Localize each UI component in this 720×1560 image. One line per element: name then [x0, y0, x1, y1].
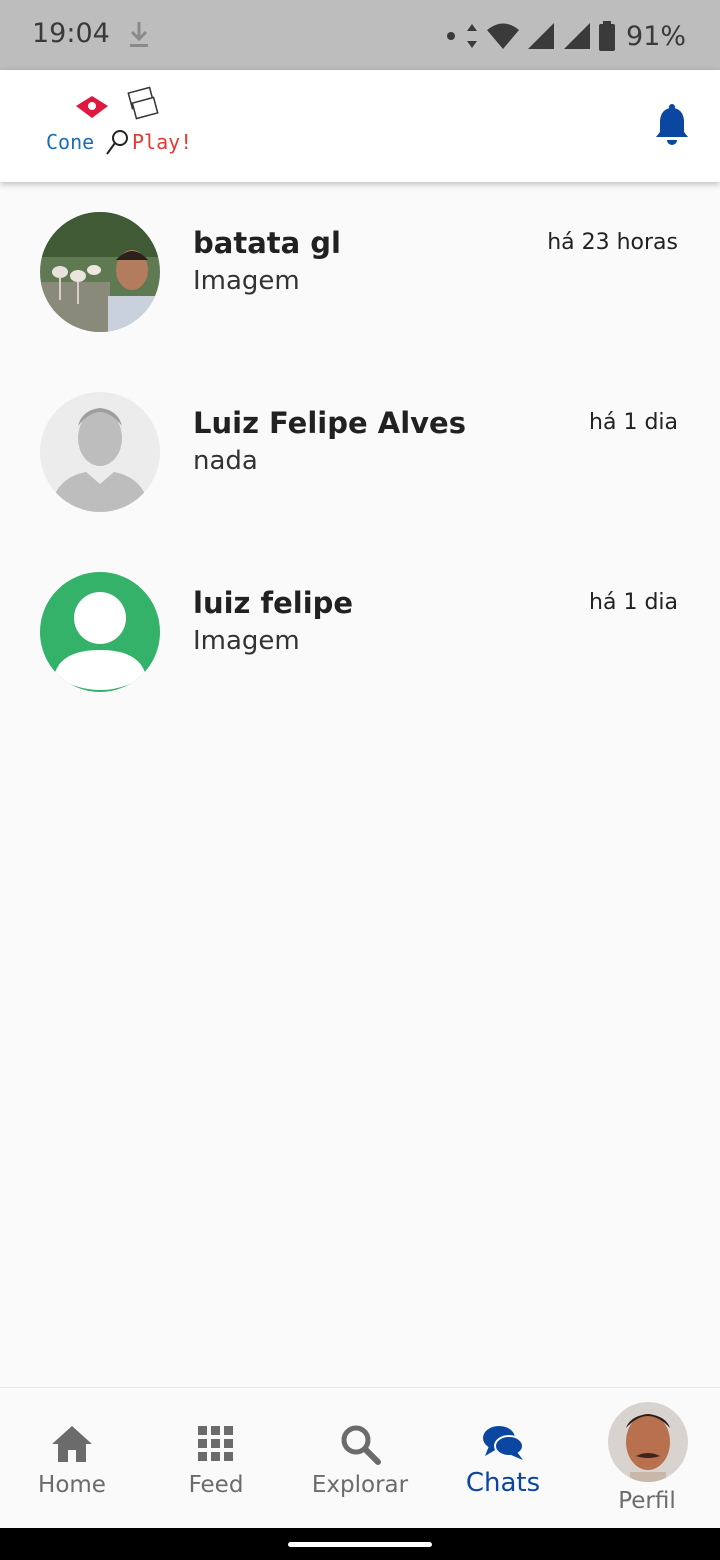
data-arrows-icon [466, 24, 477, 48]
bottom-nav: Home Feed Explorar Chats Perfil [0, 1387, 720, 1528]
dot-icon [446, 32, 455, 40]
profile-photo [608, 1402, 688, 1482]
battery-level: 91% [625, 20, 686, 52]
nav-chats[interactable]: Chats [431, 1388, 575, 1529]
nav-label: Explorar [311, 1472, 409, 1498]
avatar [40, 572, 160, 692]
status-bar: 19:04 91% [0, 0, 720, 70]
chat-list: batata gl Imagem há 23 horas Luiz Felipe… [0, 182, 720, 722]
grid-icon [198, 1426, 233, 1461]
chat-preview: Imagem [193, 266, 300, 296]
chat-item[interactable]: batata gl Imagem há 23 horas [0, 182, 720, 362]
chat-name: batata gl [193, 226, 341, 260]
nav-feed[interactable]: Feed [144, 1388, 288, 1529]
home-gesture-pill[interactable] [288, 1542, 432, 1547]
logo-text-cone: Cone [46, 130, 95, 154]
chat-item[interactable]: Luiz Felipe Alves nada há 1 dia [0, 362, 720, 542]
status-time: 19:04 [32, 18, 110, 49]
wifi-icon [486, 23, 519, 49]
gesture-bar [0, 1528, 720, 1560]
avatar [40, 392, 160, 512]
bell-icon[interactable] [652, 104, 692, 148]
chat-preview: nada [193, 446, 258, 476]
avatar [40, 212, 160, 332]
chat-name: luiz felipe [193, 586, 354, 620]
home-icon [52, 1426, 92, 1462]
placeholder-green-avatar [40, 572, 160, 692]
signal-icon-2 [563, 23, 590, 49]
chat-preview: Imagem [193, 626, 300, 656]
chat-icon [483, 1426, 524, 1460]
profile-avatar[interactable] [608, 1402, 688, 1482]
logo-text-play: Play! [132, 130, 193, 154]
app-logo[interactable]: Cone Play! [40, 86, 193, 170]
logo-graphic [76, 86, 159, 155]
battery-icon [598, 21, 615, 51]
nav-label-perfil[interactable]: Perfil [575, 1488, 719, 1514]
photo-avatar [40, 212, 160, 332]
status-icons: 91% [444, 16, 686, 56]
nav-label: Feed [188, 1472, 244, 1498]
chat-name: Luiz Felipe Alves [193, 406, 466, 440]
search-icon [341, 1425, 381, 1465]
chat-time: há 23 horas [547, 230, 678, 255]
download-icon [130, 22, 148, 47]
nav-explorar[interactable]: Explorar [288, 1388, 432, 1529]
chat-time: há 1 dia [589, 590, 678, 615]
nav-label: Chats [465, 1468, 541, 1498]
placeholder-gray-avatar [40, 392, 160, 512]
chat-time: há 1 dia [589, 410, 678, 435]
signal-icon [527, 23, 554, 49]
app-header: Cone Play! [0, 70, 720, 182]
nav-home[interactable]: Home [0, 1388, 144, 1529]
chat-item[interactable]: luiz felipe Imagem há 1 dia [0, 542, 720, 722]
nav-label: Home [38, 1472, 106, 1498]
